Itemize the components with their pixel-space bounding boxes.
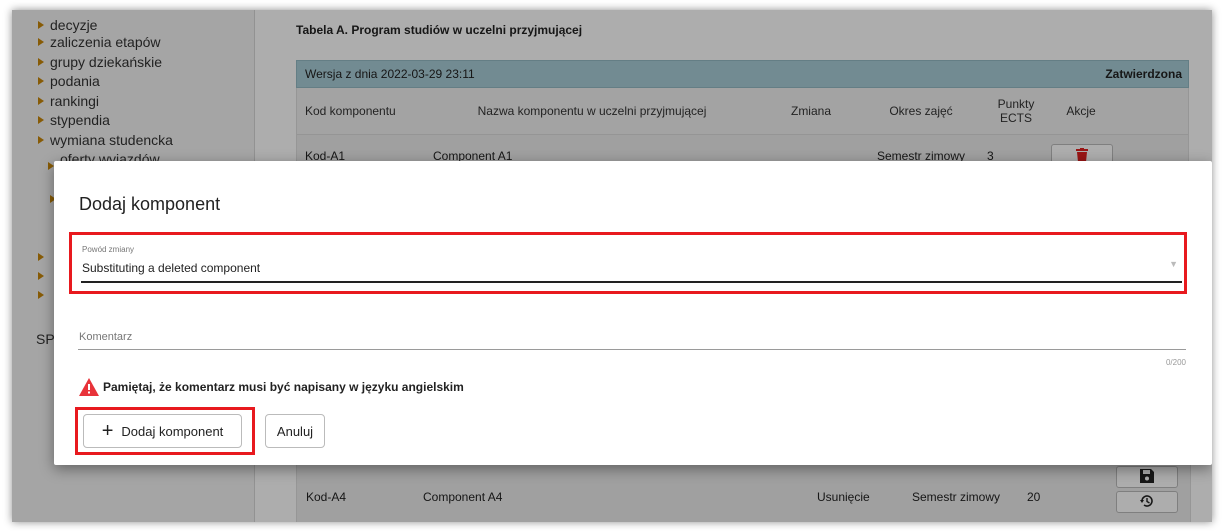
dialog-title: Dodaj komponent (79, 194, 221, 214)
change-reason-label: Powód zmiany (82, 245, 135, 254)
warning-icon (79, 378, 99, 396)
add-component-dialog: Dodaj komponent Powód zmiany Substitutin… (54, 161, 1212, 465)
cancel-label: Anuluj (276, 423, 314, 439)
add-component-label: Dodaj komponent (121, 423, 224, 439)
warning-text: Pamiętaj, że komentarz musi być napisany… (103, 380, 464, 394)
add-component-button[interactable]: + Dodaj komponent (83, 414, 242, 448)
chevron-down-icon: ▼ (1169, 259, 1178, 269)
change-reason-select[interactable]: Powód zmiany Substituting a deleted comp… (69, 232, 1187, 294)
select-underline (81, 281, 1182, 283)
change-reason-value: Substituting a deleted component (82, 261, 261, 275)
comment-underline (78, 349, 1186, 350)
comment-field[interactable]: Komentarz (79, 331, 132, 343)
app-window: decyzje zaliczenia etapów grupy dziekańs… (12, 10, 1212, 522)
cancel-button[interactable]: Anuluj (265, 414, 325, 448)
comment-counter: 0/200 (1165, 358, 1186, 367)
plus-icon: + (101, 420, 114, 442)
